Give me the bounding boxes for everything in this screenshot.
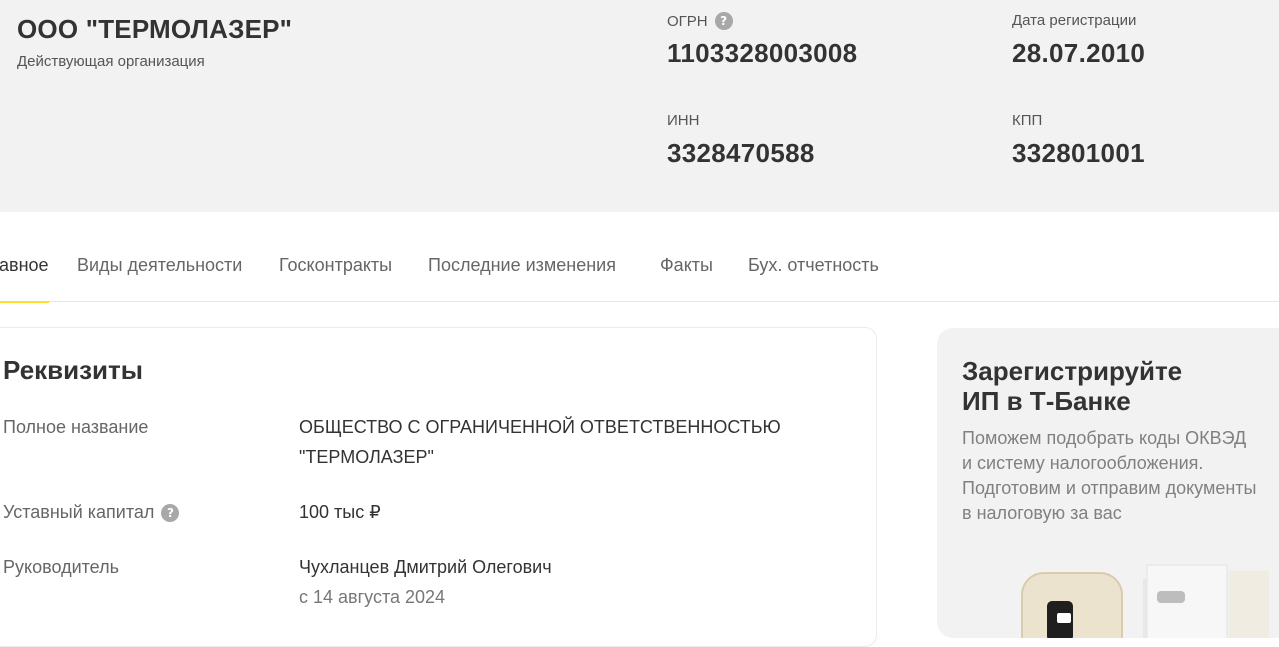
company-status: Действующая организация [17,53,205,70]
promo-text-line: в налоговую за вас [962,503,1122,523]
promo-text-line: и систему налогообложения. [962,453,1204,473]
requisites-title: Реквизиты [3,355,143,385]
capital-value: 100 тыс ₽ [299,502,381,522]
promo-illustration [1021,564,1269,638]
promo-banner[interactable]: Зарегистрируйте ИП в Т-Банке Поможем под… [937,328,1279,638]
help-icon[interactable]: ? [714,12,733,30]
tab-facts[interactable]: Факты [660,255,713,302]
capital-label: Уставный капитал ? [3,502,180,523]
inn-label-text: ИНН [667,112,700,129]
company-header: ООО "ТЕРМОЛАЗЕР" Действующая организация… [0,0,1279,212]
tab-activities[interactable]: Виды деятельности [77,255,242,302]
tab-main[interactable]: авное [0,255,49,303]
promo-text: Поможем подобрать коды ОКВЭД и систему н… [962,426,1279,526]
reg-date-value: 28.07.2010 [1012,38,1146,68]
full-name-line2: "ТЕРМОЛАЗЕР" [299,447,434,467]
tabs-bar: авное Виды деятельности Госконтракты Пос… [0,212,1279,303]
tab-recent-changes[interactable]: Последние изменения [428,255,616,302]
full-name-value: ОБЩЕСТВО С ОГРАНИЧЕННОЙ ОТВЕТСТВЕННОСТЬЮ… [299,412,819,472]
kpp-label: КПП [1012,112,1042,129]
help-icon[interactable]: ? [161,503,180,522]
promo-text-line: Поможем подобрать коды ОКВЭД [962,428,1247,448]
director-since: с 14 августа 2024 [299,587,446,607]
reg-date-label: Дата регистрации [1012,12,1136,29]
director-name[interactable]: Чухланцев Дмитрий Олегович [299,552,819,582]
promo-title: Зарегистрируйте ИП в Т-Банке [962,356,1279,416]
tab-accounting[interactable]: Бух. отчетность [748,255,879,302]
inn-label: ИНН [667,112,699,129]
reg-date-label-text: Дата регистрации [1012,12,1137,29]
ogrn-label: ОГРН ? [667,12,733,30]
full-name-label: Полное название [3,417,149,437]
director-label: Руководитель [3,557,119,577]
kpp-label-text: КПП [1012,112,1043,129]
promo-title-line1: Зарегистрируйте [962,356,1183,386]
inn-value: 3328470588 [667,138,815,168]
company-name: ООО "ТЕРМОЛАЗЕР" [17,14,293,44]
ogrn-label-text: ОГРН [667,12,708,30]
ogrn-value: 1103328003008 [667,38,858,68]
tab-contracts[interactable]: Госконтракты [279,255,392,302]
promo-text-line: Подготовим и отправим документы [962,478,1257,498]
full-name-line1: ОБЩЕСТВО С ОГРАНИЧЕННОЙ ОТВЕТСТВЕННОСТЬЮ [299,417,781,437]
promo-title-line2: ИП в Т-Банке [962,386,1131,416]
capital-label-text: Уставный капитал [3,502,155,522]
kpp-value: 332801001 [1012,138,1145,168]
